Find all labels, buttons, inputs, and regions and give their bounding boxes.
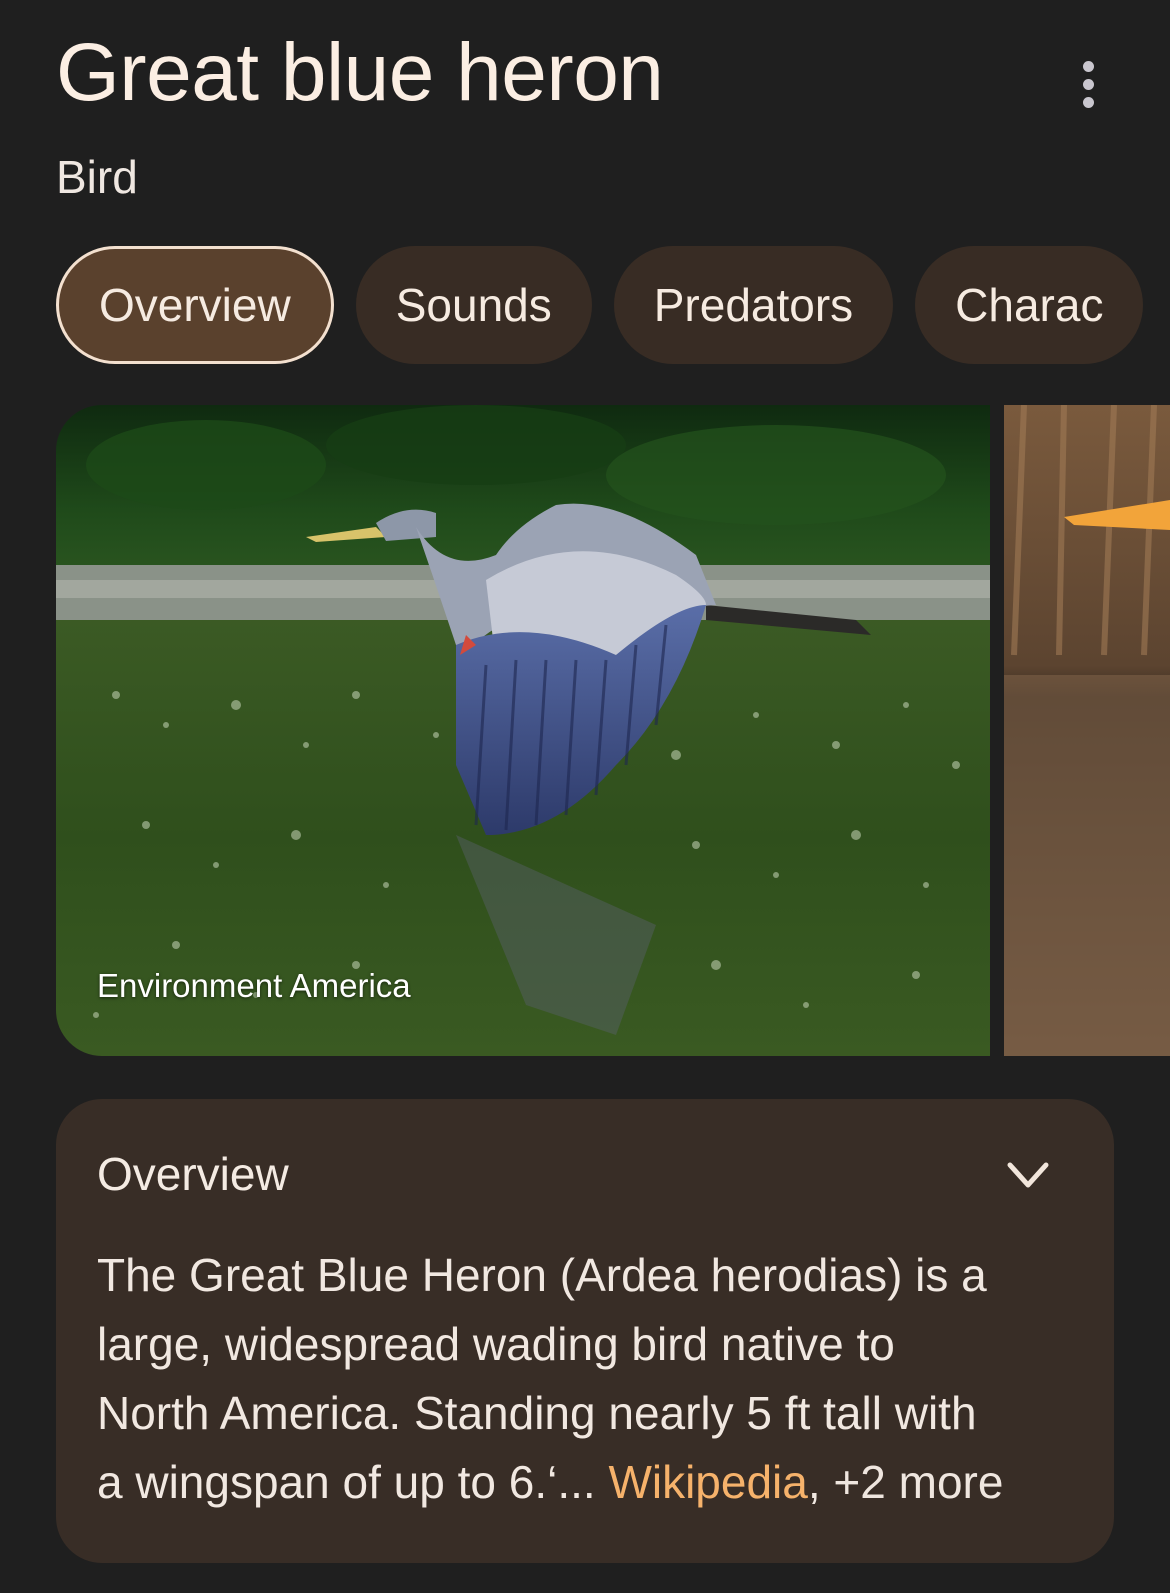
description-line: North America. Standing nearly 5 ft tall… [97,1387,977,1439]
more-options-button[interactable] [1058,54,1118,114]
image-source-label: Environment America [97,967,411,1004]
overview-heading: Overview [97,1148,289,1200]
more-vert-icon-dot [1082,78,1094,90]
description-line: The Great Blue Heron (Ardea herodias) is… [97,1249,987,1301]
wikipedia-link[interactable]: Wikipedia [608,1456,807,1508]
entity-type-label: Bird [56,151,138,203]
description-line: a wingspan of up to 6.‘... [97,1456,609,1508]
tab-predators[interactable]: Predators [613,246,894,364]
description-line-last: a wingspan of up to 6.‘... Wikipedia, +2… [97,1448,1087,1517]
source-separator: , [807,1456,834,1508]
overview-card: Overview The Great Blue Heron (Ardea her… [56,1099,1114,1563]
more-sources-link[interactable]: +2 more [833,1456,1003,1508]
heron-photo-2[interactable] [1004,405,1170,1056]
more-vert-icon-dot [1082,96,1094,108]
heron-photo[interactable]: Environment America [56,405,990,1056]
tab-sounds[interactable]: Sounds [355,246,592,364]
page-title: Great blue heron [56,27,664,118]
chevron-down-icon[interactable] [1006,1157,1050,1193]
more-vert-icon-dot [1082,60,1094,72]
overview-description: The Great Blue Heron (Ardea herodias) is… [97,1241,1087,1517]
heron-wading-image [1004,405,1170,1056]
heron-in-flight-image [56,405,990,1056]
image-carousel: Environment America [56,405,1170,1056]
tab-overview[interactable]: Overview [56,246,334,364]
tab-characteristics[interactable]: Charac [915,246,1144,364]
tab-bar: Overview Sounds Predators Charac [56,246,1170,364]
description-line: large, widespread wading bird native to [97,1318,895,1370]
